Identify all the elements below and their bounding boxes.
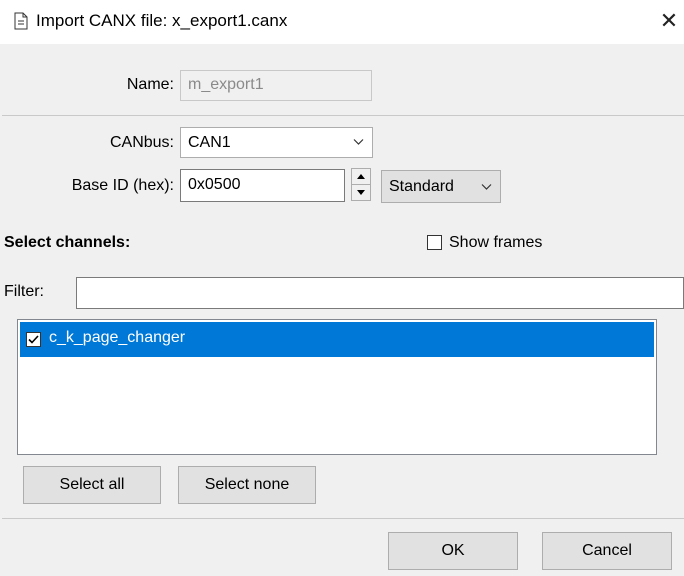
- arrow-up-icon: [357, 174, 365, 179]
- id-type-select-value: Standard: [389, 178, 454, 195]
- filter-input[interactable]: [76, 277, 684, 309]
- close-icon[interactable]: ✕: [652, 4, 684, 38]
- separator: [2, 115, 684, 116]
- canbus-select[interactable]: CAN1: [180, 127, 373, 158]
- select-all-button[interactable]: Select all: [23, 466, 161, 504]
- separator: [2, 518, 684, 519]
- filter-label: Filter:: [4, 283, 44, 300]
- show-frames-label[interactable]: Show frames: [449, 234, 542, 252]
- spin-up-button[interactable]: [352, 169, 370, 185]
- cancel-button[interactable]: Cancel: [542, 532, 672, 570]
- document-icon: [14, 12, 28, 30]
- id-type-select[interactable]: Standard: [381, 170, 501, 203]
- channel-list[interactable]: c_k_page_changer: [17, 319, 657, 455]
- canbus-select-value: CAN1: [188, 134, 231, 151]
- arrow-down-icon: [357, 189, 365, 195]
- show-frames-checkbox[interactable]: [427, 235, 442, 250]
- channel-name: c_k_page_changer: [49, 329, 186, 346]
- base-id-spinner: [351, 168, 371, 201]
- select-none-button[interactable]: Select none: [178, 466, 316, 504]
- canbus-label: CANbus:: [109, 134, 174, 151]
- select-channels-heading: Select channels:: [4, 234, 131, 251]
- window-title: Import CANX file: x_export1.canx: [36, 11, 288, 30]
- ok-button[interactable]: OK: [388, 532, 518, 570]
- list-item[interactable]: c_k_page_changer: [20, 322, 654, 357]
- chevron-down-icon: [481, 184, 492, 190]
- name-field: m_export1: [180, 70, 372, 101]
- title-bar: Import CANX file: x_export1.canx ✕: [0, 0, 684, 44]
- spin-down-button[interactable]: [352, 185, 370, 201]
- checked-checkbox-icon[interactable]: [26, 332, 41, 347]
- base-id-input[interactable]: 0x0500: [180, 169, 345, 202]
- name-label: Name:: [126, 76, 174, 93]
- chevron-down-icon: [353, 139, 364, 145]
- base-id-label: Base ID (hex):: [71, 177, 174, 194]
